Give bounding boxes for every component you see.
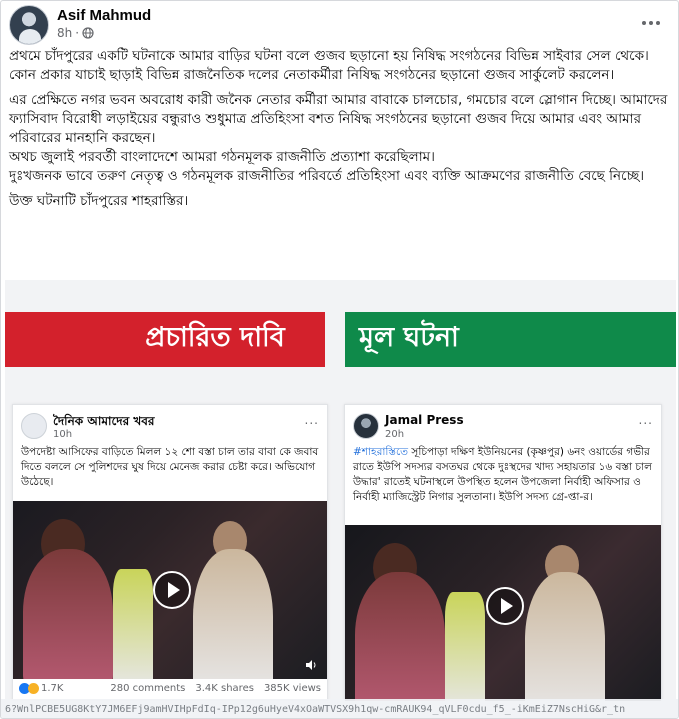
person-figure <box>193 549 273 679</box>
play-icon <box>486 587 524 625</box>
card-text: উপদেষ্টা আসিফের বাড়িতে মিলল ১২ শো বস্তা… <box>21 446 319 488</box>
dot-icon <box>642 21 646 25</box>
post-paragraph-3: উক্ত ঘটনাটি চাঁদপুরের শাহরাস্তির। <box>9 193 189 209</box>
fact-banner: মূল ঘটনা <box>345 312 676 367</box>
post-text: প্রথমে চাঁদপুরের একটি ঘটনাকে আমার বাড়ির… <box>9 47 673 217</box>
author-avatar[interactable] <box>9 5 49 45</box>
person-figure <box>113 569 153 679</box>
post-paragraph-1: প্রথমে চাঁদপুরের একটি ঘটনাকে আমার বাড়ির… <box>9 48 649 83</box>
hashtag: #শাহরাস্তিতে <box>353 446 409 458</box>
video-thumbnail <box>345 525 661 701</box>
card-text: #শাহরাস্তিতে সূচিপাড়া দক্ষিণ ইউনিয়নের … <box>353 445 657 505</box>
dot-icon <box>649 21 653 25</box>
card-stats: 1.7K 280 comments 3.4K shares 385K views <box>13 678 327 698</box>
claim-banner-label: প্রচারিত দাবি <box>145 322 285 353</box>
card-time: 20h <box>385 429 405 440</box>
page-name: Jamal Press <box>385 413 464 427</box>
claim-banner: প্রচারিত দাবি <box>5 312 325 367</box>
post-meta: 8h · <box>57 26 94 40</box>
card-time: 10h <box>53 429 73 440</box>
more-options-button[interactable] <box>637 11 665 35</box>
video-thumbnail <box>13 501 327 679</box>
facebook-post: Asif Mahmud 8h · প্রথমে চাঁদপুরের একটি ঘ… <box>0 0 679 719</box>
url-strip: 6?WnlPCBE5UG8KtY7JM6EFj9amHVIHpFdIq-IPp1… <box>1 699 678 718</box>
comment-count: 280 comments <box>110 682 186 694</box>
author-name[interactable]: Asif Mahmud <box>57 7 151 24</box>
person-figure <box>525 572 605 701</box>
meta-separator: · <box>75 26 80 40</box>
claim-post-card: দৈনিক আমাদের খবর 10h ... উপদেষ্টা আসিফের… <box>12 404 328 701</box>
page-avatar <box>21 413 47 439</box>
post-header: Asif Mahmud 8h · <box>9 5 671 45</box>
view-count: 385K views <box>263 682 321 694</box>
person-figure <box>23 549 113 679</box>
share-count: 3.4K shares <box>195 682 254 694</box>
page-avatar <box>353 413 379 439</box>
fact-post-card: Jamal Press 20h ... #শাহরাস্তিতে সূচিপাড… <box>344 404 662 701</box>
post-time[interactable]: 8h <box>57 26 72 40</box>
person-figure <box>445 592 485 701</box>
reactions: 1.7K <box>19 682 64 694</box>
post-image[interactable]: প্রচারিত দাবি মূল ঘটনা দৈনিক আমাদের খবর … <box>5 280 676 701</box>
globe-icon <box>82 27 94 39</box>
card-more-icon: ... <box>304 413 319 427</box>
volume-icon <box>306 660 316 670</box>
person-figure <box>355 572 445 701</box>
card-more-icon: ... <box>638 413 653 427</box>
post-paragraph-2: এর প্রেক্ষিতে নগর ভবন অবরোধ কারী জনৈক নে… <box>9 92 668 184</box>
reaction-count: 1.7K <box>41 682 64 694</box>
fact-banner-label: মূল ঘটনা <box>359 322 459 353</box>
haha-icon <box>28 682 39 694</box>
dot-icon <box>656 21 660 25</box>
play-icon <box>153 571 191 609</box>
